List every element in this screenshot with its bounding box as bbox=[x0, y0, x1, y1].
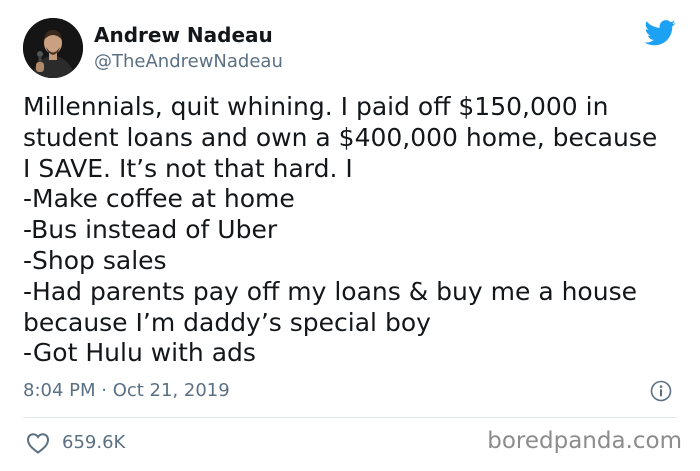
tweet-line: -Shop sales bbox=[23, 245, 167, 275]
tweet-line: -Make coffee at home bbox=[23, 184, 295, 214]
watermark: boredpanda.com bbox=[487, 428, 682, 454]
tweet-line: I SAVE. It’s not that hard. I bbox=[23, 153, 353, 183]
tweet-timestamp[interactable]: 8:04 PM · Oct 21, 2019 bbox=[23, 380, 230, 401]
tweet-line: because I’m daddy’s special boy bbox=[23, 307, 431, 337]
tweet-line: Millennials, quit whining. I paid off $1… bbox=[23, 92, 609, 121]
display-name[interactable]: Andrew Nadeau bbox=[94, 23, 273, 47]
tweet-text: Millennials, quit whining. I paid off $1… bbox=[23, 92, 683, 369]
info-icon[interactable] bbox=[650, 380, 672, 402]
tweet-line: -Had parents pay off my loans & buy me a… bbox=[23, 276, 637, 306]
avatar[interactable] bbox=[23, 18, 83, 78]
tweet-line: student loans and own a $400,000 home, b… bbox=[23, 122, 658, 152]
like-count[interactable]: 659.6K bbox=[62, 432, 125, 453]
divider bbox=[23, 417, 677, 418]
heart-icon[interactable] bbox=[26, 432, 50, 454]
tweet-line: -Bus instead of Uber bbox=[23, 215, 278, 245]
twitter-bird-icon[interactable] bbox=[645, 20, 676, 46]
user-handle[interactable]: @TheAndrewNadeau bbox=[94, 51, 283, 72]
person-with-microphone-avatar bbox=[23, 18, 83, 78]
tweet-line: -Got Hulu with ads bbox=[23, 338, 256, 368]
